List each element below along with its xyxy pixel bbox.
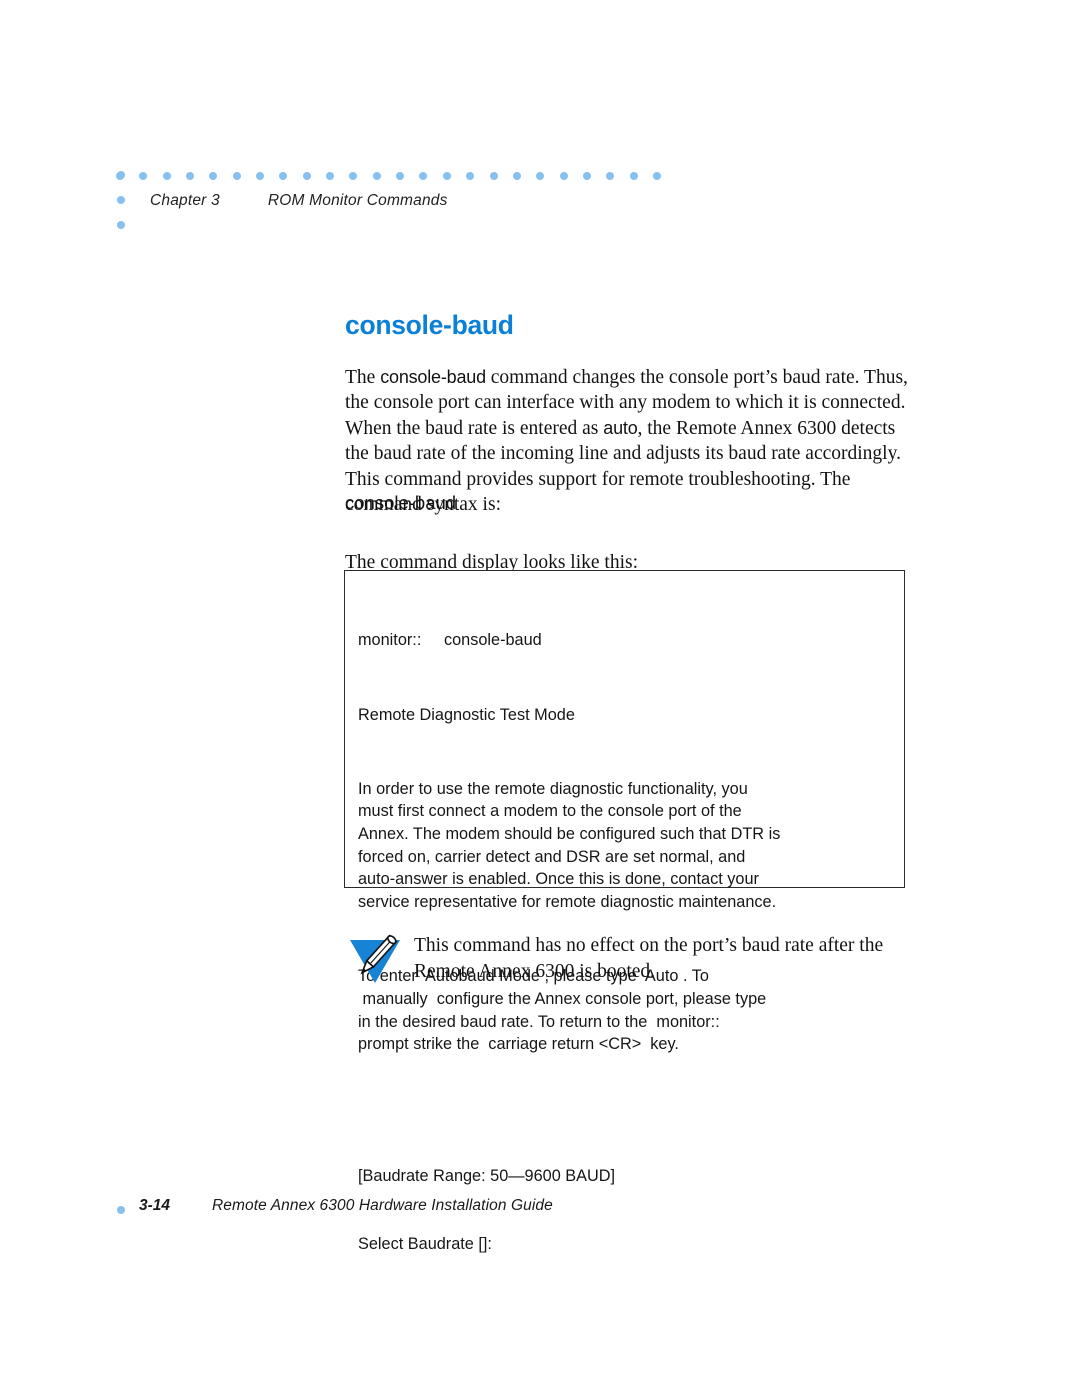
decorative-dot (559, 171, 568, 180)
page-header: Chapter 3 ROM Monitor Commands (0, 0, 1080, 250)
decorative-dot (466, 171, 475, 180)
output-paragraph-instructions: In order to use the remote diagnostic fu… (358, 779, 781, 912)
decorative-dot (419, 171, 428, 180)
output-line-select-baudrate: Select Baudrate []: (358, 1234, 492, 1253)
page-number: 3-14 (139, 1197, 171, 1214)
decorative-dot (606, 171, 615, 180)
decorative-dot (372, 171, 381, 180)
decorative-dot (139, 171, 148, 180)
page-title: console-baud (345, 309, 514, 340)
decorative-dot (162, 171, 171, 180)
decorative-dot (116, 221, 125, 229)
command-term-auto: auto (603, 417, 638, 438)
decorative-dot (512, 171, 521, 180)
decorative-dot (652, 171, 661, 180)
running-head: Chapter 3 ROM Monitor Commands (150, 192, 448, 210)
decorative-dot (629, 171, 638, 180)
decorative-dot (302, 171, 311, 180)
decorative-dot (116, 196, 125, 204)
output-line-baudrate-range: [Baudrate Range: 50—9600 BAUD] (358, 1166, 616, 1185)
output-line-mode: Remote Diagnostic Test Mode (358, 705, 575, 724)
decorative-dot (396, 171, 405, 180)
decorative-dot (117, 1206, 125, 1214)
decorative-dot (442, 171, 451, 180)
intro-text-part-1: The (345, 366, 381, 388)
command-syntax: console-baud (345, 492, 457, 513)
decorative-dot (186, 171, 195, 180)
decorative-dot (116, 171, 125, 179)
decorative-dot (582, 171, 591, 180)
header-dot-column (116, 171, 125, 229)
decorative-dot (232, 171, 241, 180)
command-output-box: monitor:: console-baud Remote Diagnostic… (344, 570, 905, 1253)
page-footer: 3-14 Remote Annex 6300 Hardware Installa… (0, 1196, 1080, 1236)
decorative-dot (279, 171, 288, 180)
decorative-dot (489, 171, 498, 180)
decorative-dot (536, 171, 545, 180)
decorative-dot (256, 171, 265, 180)
decorative-dot (326, 171, 335, 180)
running-head-chapter: Chapter 3 (150, 192, 220, 209)
output-spacer (358, 1107, 904, 1119)
note-text: This command has no effect on the port’s… (414, 935, 884, 982)
header-dot-row (116, 171, 661, 180)
pencil-triangle-note-icon (344, 930, 406, 988)
command-term-console-baud: console-baud (380, 366, 486, 387)
decorative-dot (349, 171, 358, 180)
decorative-dot (209, 171, 218, 180)
document-title: Remote Annex 6300 Hardware Installation … (212, 1197, 553, 1214)
output-line-prompt: monitor:: console-baud (358, 631, 542, 650)
running-head-section: ROM Monitor Commands (267, 192, 448, 209)
